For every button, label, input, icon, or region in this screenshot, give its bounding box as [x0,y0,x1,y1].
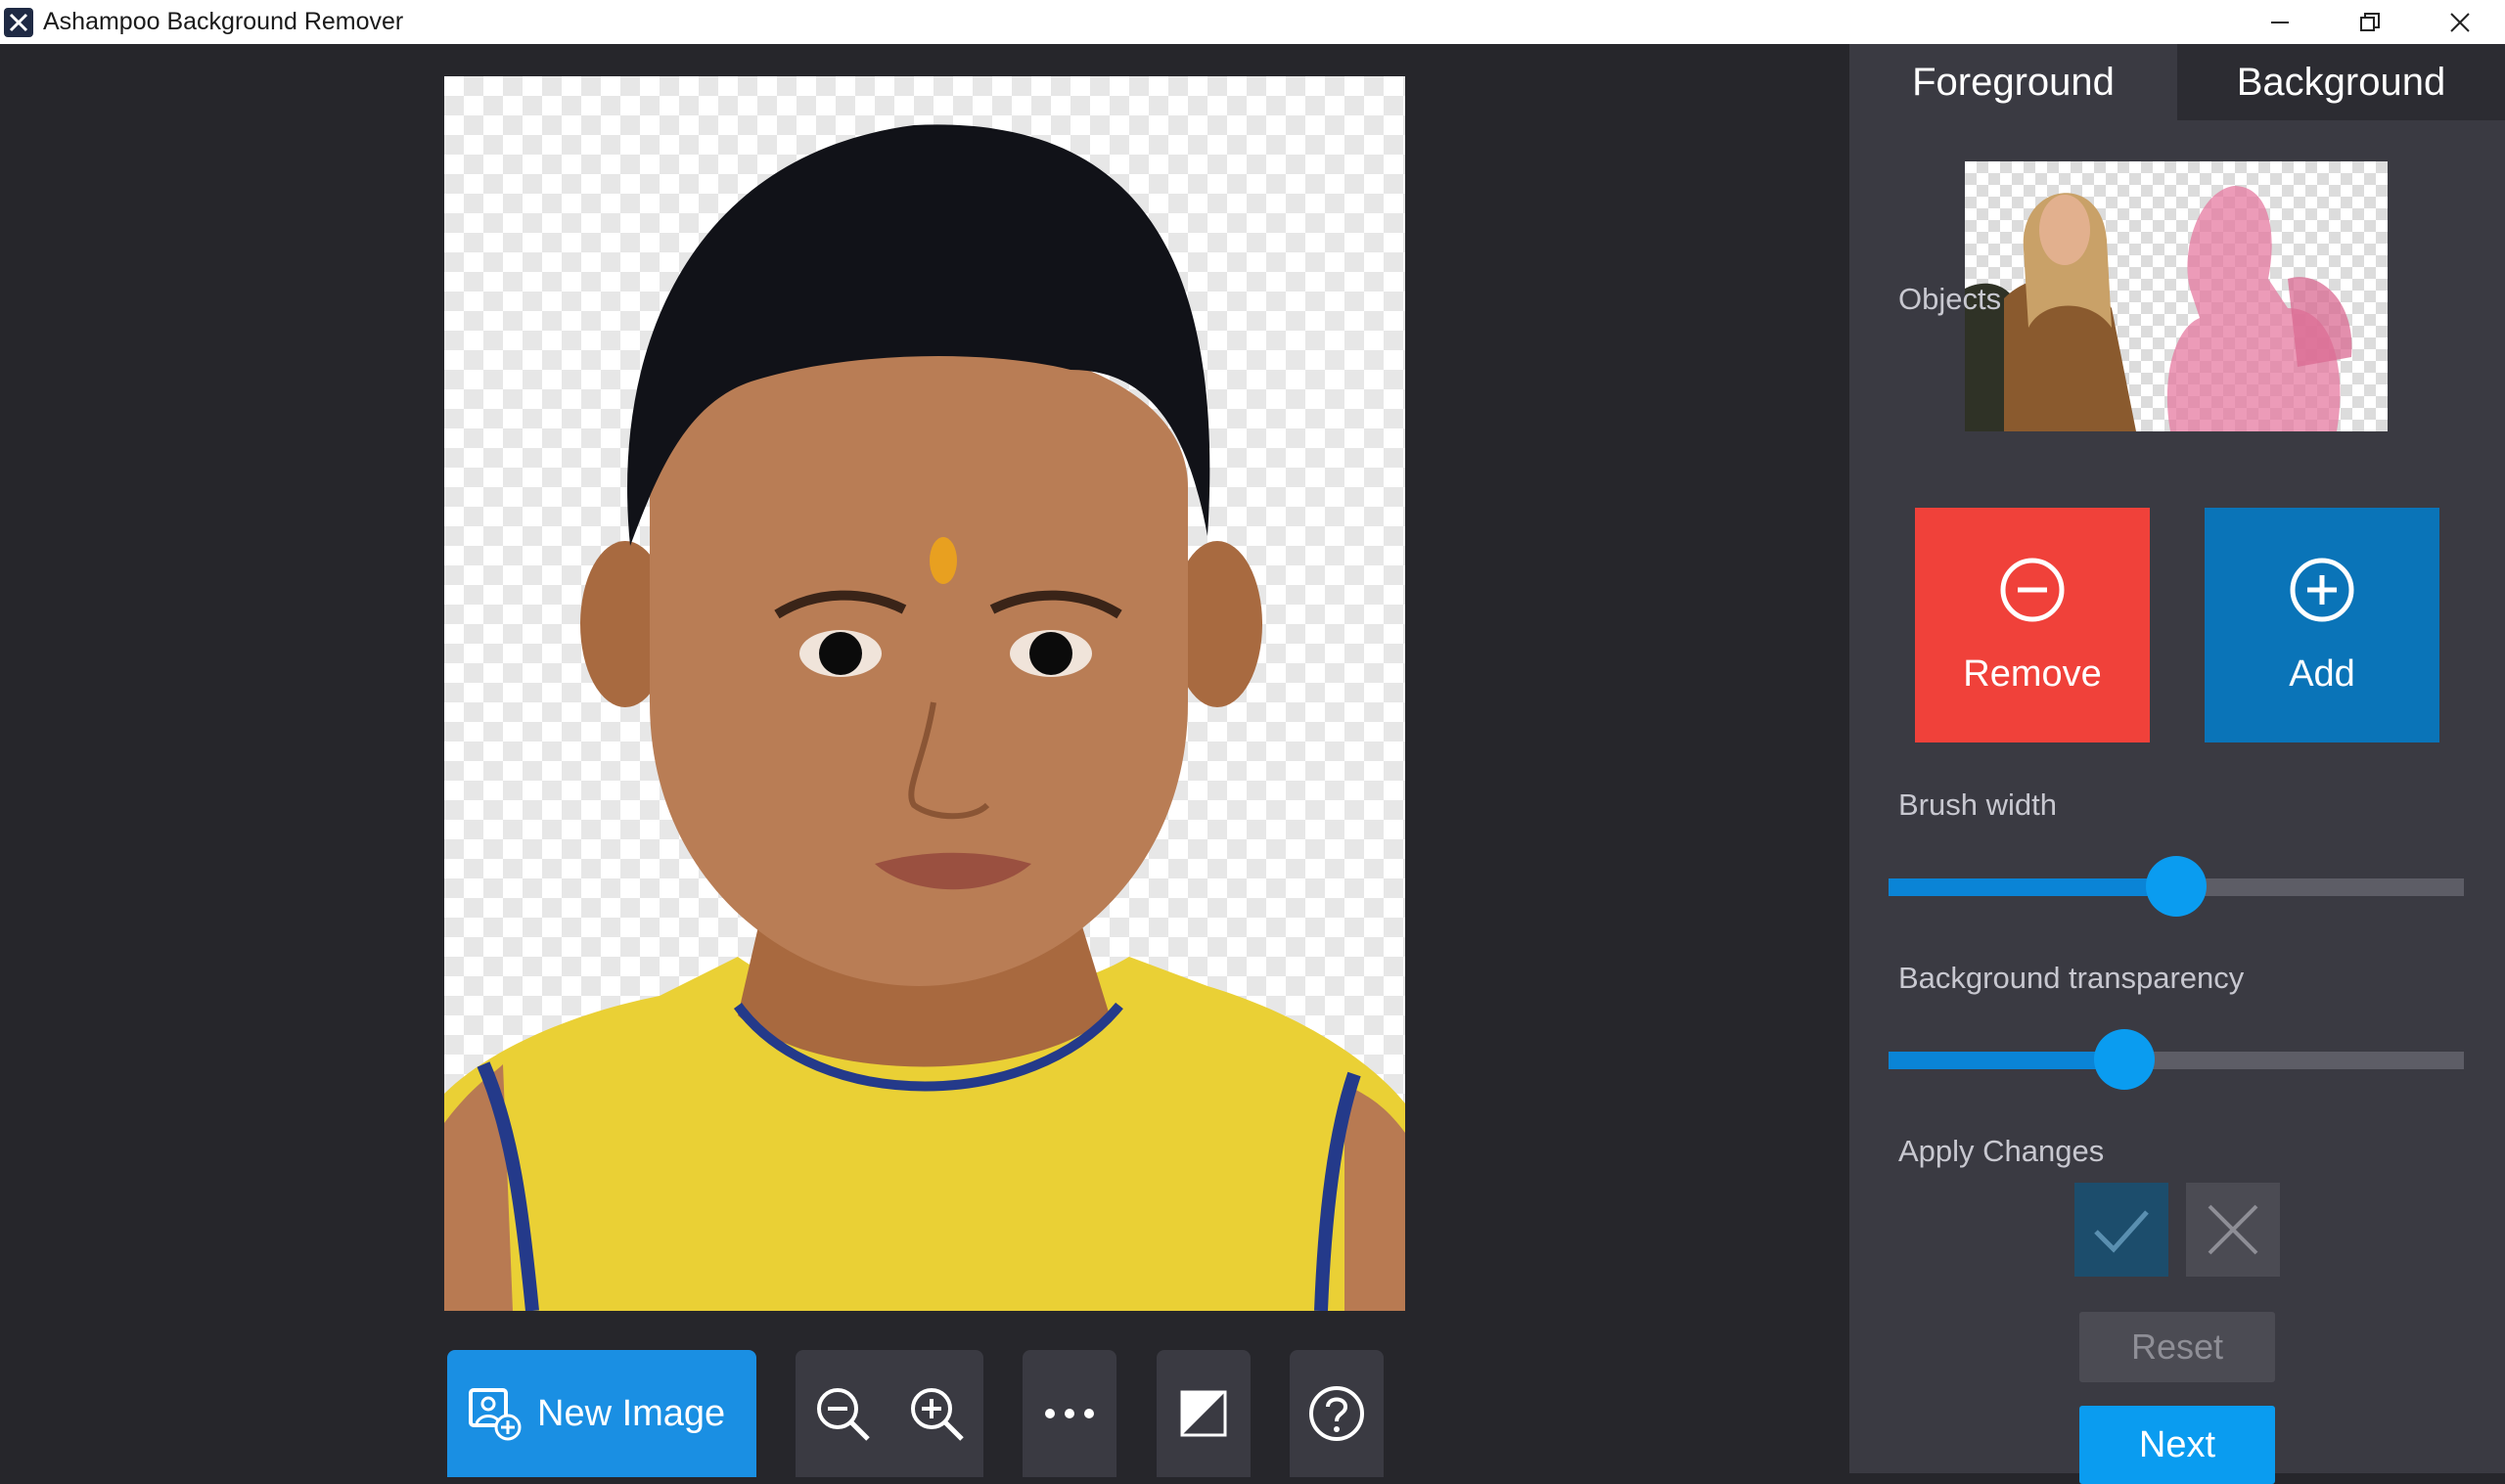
minimize-button[interactable] [2235,0,2325,44]
restore-button[interactable] [2325,0,2415,44]
minimize-icon [2271,21,2289,23]
slider-thumb[interactable] [2146,856,2207,917]
next-button[interactable]: Next [2079,1406,2275,1484]
background-transparency-slider[interactable] [1889,1029,2464,1090]
slider-thumb[interactable] [2094,1029,2156,1090]
restore-icon [2360,12,2380,31]
add-button[interactable]: Add [2205,508,2439,742]
new-image-icon [469,1388,522,1441]
cancel-x-icon [2208,1204,2258,1255]
mode-tabs: Foreground Background [1849,44,2505,120]
help-icon [1309,1386,1364,1441]
brush-width-label: Brush width [1898,787,2057,822]
side-panel: Foreground Background Objects Remove Add… [1849,44,2505,1484]
brush-width-slider[interactable] [1889,856,2464,917]
portrait-image [444,124,1405,1311]
remove-label: Remove [1963,652,2102,695]
compare-button[interactable] [1157,1350,1251,1477]
apply-confirm-button[interactable] [2074,1183,2168,1277]
checkmark-icon [2094,1210,2149,1253]
objects-label: Objects [1898,282,2002,316]
close-button[interactable] [2415,0,2505,44]
zoom-out-icon[interactable] [812,1383,873,1444]
apply-cancel-button[interactable] [2186,1183,2280,1277]
window-title: Ashampoo Background Remover [43,8,404,35]
tab-background[interactable]: Background [2177,44,2505,120]
zoom-in-icon[interactable] [906,1383,967,1444]
example-preview-image [1965,161,2388,431]
close-icon [2450,12,2470,32]
add-label: Add [2289,652,2355,695]
slider-fill [1889,878,2176,896]
more-icon [1045,1409,1094,1418]
app-logo-icon [4,7,33,37]
remove-button[interactable]: Remove [1915,508,2150,742]
apply-changes-label: Apply Changes [1898,1134,2105,1168]
minus-circle-icon [2000,558,2065,621]
zoom-controls [796,1350,983,1477]
tab-foreground[interactable]: Foreground [1849,44,2177,120]
new-image-button[interactable]: New Image [447,1350,756,1477]
edited-photo[interactable] [444,76,1405,1311]
background-transparency-label: Background transparency [1898,961,2245,995]
reset-button[interactable]: Reset [2079,1312,2275,1382]
slider-fill [1889,1052,2125,1069]
window-controls [2235,0,2505,44]
more-button[interactable] [1023,1350,1116,1477]
compare-icon [1180,1390,1227,1437]
canvas-area [0,44,1849,1473]
new-image-label: New Image [537,1392,726,1434]
title-bar: Ashampoo Background Remover [0,0,2505,44]
help-button[interactable] [1290,1350,1384,1477]
plus-circle-icon [2290,558,2354,621]
